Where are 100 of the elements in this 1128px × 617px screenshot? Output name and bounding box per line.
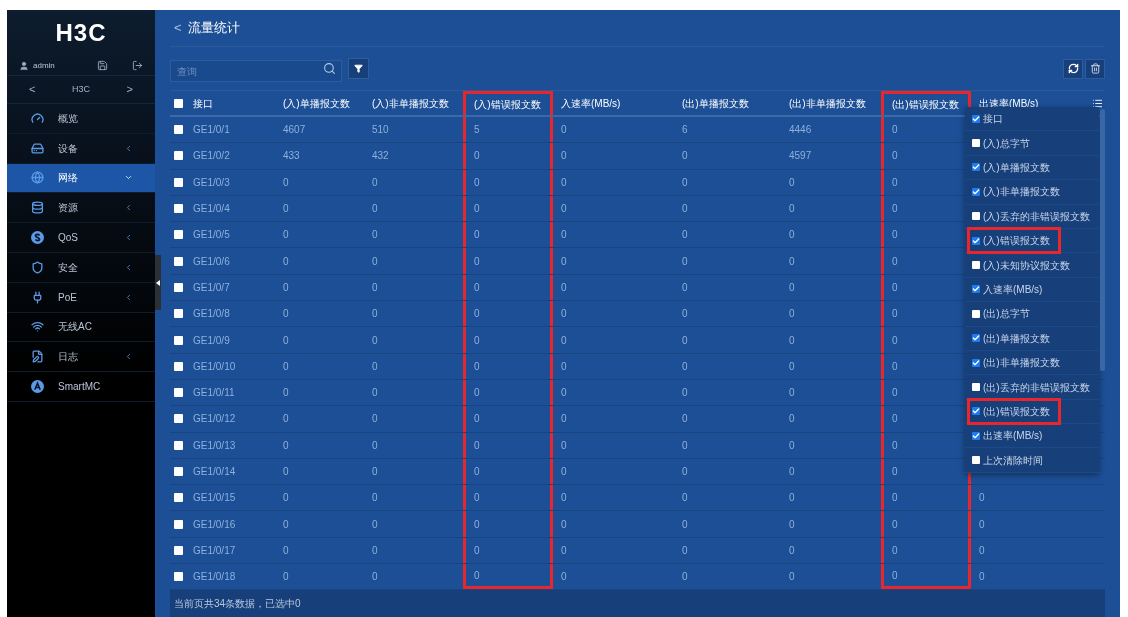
table-cell-text: 0 (372, 307, 378, 322)
row-checkbox[interactable] (174, 151, 183, 161)
table-cell-text: 0 (979, 543, 985, 558)
table-cell-text: 0 (561, 543, 567, 558)
table-cell-text: 0 (892, 175, 898, 190)
row-checkbox[interactable] (174, 309, 183, 319)
table-cell-text: 0 (789, 491, 795, 506)
previous-button[interactable]: < (29, 81, 36, 98)
table-cell-text: 4607 (283, 123, 306, 138)
table-cell-text: 0 (789, 280, 795, 295)
sidebar-item[interactable]: SmartMC (7, 372, 155, 402)
menu-checkbox[interactable] (972, 309, 980, 318)
table-cell-text: 0 (682, 491, 688, 506)
column-menu-item[interactable]: (出)总字节 (965, 302, 1099, 327)
refresh-button[interactable] (1063, 58, 1083, 79)
menu-checkbox[interactable] (972, 187, 980, 196)
row-checkbox[interactable] (174, 493, 183, 503)
table-cell-text: 0 (372, 175, 378, 190)
row-checkbox[interactable] (174, 572, 183, 582)
menu-checkbox[interactable] (972, 431, 980, 440)
table-cell-text: 0 (474, 438, 480, 453)
table-cell-text: 510 (372, 123, 389, 138)
table-cell-text: 5 (474, 123, 480, 138)
filter-button[interactable] (348, 58, 369, 79)
table-cell-text: GE1/0/6 (193, 254, 230, 269)
table-cell-text: 0 (892, 359, 898, 374)
table-cell-text: GE1/0/8 (193, 307, 230, 322)
table-cell-text: 0 (682, 438, 688, 453)
table-cell-text: 0 (789, 386, 795, 401)
table-cell-text: 0 (561, 359, 567, 374)
column-menu-item[interactable]: (入)单播报文数 (965, 155, 1099, 181)
menu-checkbox[interactable] (972, 139, 980, 148)
column-menu-item[interactable]: (出)丢弃的非错误报文数 (965, 375, 1099, 400)
sidebar-item[interactable]: 网络 (7, 163, 155, 194)
row-checkbox[interactable] (174, 361, 183, 371)
table-cell-text: 0 (372, 333, 378, 348)
table-cell-text: 0 (474, 333, 480, 348)
select-all-checkbox[interactable] (174, 98, 183, 108)
column-menu-item[interactable]: 入速率(MB/s) (965, 277, 1099, 303)
back-button[interactable]: < (174, 18, 182, 38)
table-cell-text: 0 (789, 412, 795, 427)
column-menu-item[interactable]: (入)非单播报文数 (965, 180, 1099, 205)
column-menu-item[interactable]: (入)未知协议报文数 (965, 253, 1099, 278)
table-cell-text: 0 (283, 386, 289, 401)
menu-checkbox[interactable] (972, 407, 980, 416)
menu-checkbox[interactable] (972, 212, 980, 221)
column-menu-item[interactable]: (出)非单播报文数 (965, 350, 1099, 376)
row-checkbox[interactable] (174, 282, 183, 292)
table-cell-text: 0 (789, 465, 795, 479)
column-menu-item[interactable]: 上次清除时间 (965, 448, 1099, 473)
menu-checkbox[interactable] (972, 334, 980, 343)
row-checkbox[interactable] (174, 335, 183, 345)
menu-checkbox[interactable] (972, 236, 980, 245)
next-button[interactable]: > (126, 81, 133, 98)
row-checkbox[interactable] (174, 388, 183, 398)
menu-checkbox[interactable] (972, 114, 980, 123)
row-checkbox[interactable] (174, 204, 183, 214)
column-menu-item[interactable]: (入)丢弃的非错误报文数 (965, 204, 1099, 229)
table-cell-text: 0 (789, 438, 795, 453)
row-checkbox[interactable] (174, 467, 183, 476)
menu-checkbox[interactable] (972, 358, 980, 367)
table-cell-text: 0 (892, 202, 898, 217)
column-menu-item[interactable]: 接口 (965, 107, 1099, 132)
table-cell-text: 0 (283, 517, 289, 532)
menu-checkbox[interactable] (972, 163, 980, 172)
table-cell-text: 0 (474, 254, 480, 269)
row-checkbox[interactable] (174, 440, 183, 450)
logout-icon[interactable] (132, 60, 143, 71)
menu-checkbox[interactable] (972, 456, 980, 465)
row-checkbox[interactable] (174, 545, 183, 555)
menu-checkbox[interactable] (972, 383, 980, 391)
table-cell-text: 0 (372, 386, 378, 401)
column-menu-item[interactable]: (出)单播报文数 (965, 326, 1099, 351)
table-cell-text: 0 (283, 570, 289, 585)
column-menu-item[interactable]: 出速率(MB/s) (965, 424, 1099, 449)
column-list-icon[interactable] (1092, 97, 1103, 109)
row-checkbox[interactable] (174, 125, 183, 135)
column-header: 接口 (192, 96, 214, 111)
search-field[interactable]: 查询 (170, 60, 342, 82)
delete-button[interactable] (1085, 58, 1105, 79)
save-icon[interactable] (97, 60, 108, 71)
sidebar-item[interactable]: QoS (7, 223, 155, 253)
table-cell-text: GE1/0/13 (193, 438, 236, 453)
menu-checkbox[interactable] (972, 285, 980, 294)
menu-checkbox[interactable] (972, 261, 980, 270)
collapse-tab[interactable] (155, 255, 161, 310)
row-checkbox[interactable] (174, 414, 183, 424)
row-checkbox[interactable] (174, 256, 183, 266)
row-checkbox[interactable] (174, 519, 183, 529)
table-cell-text: 0 (561, 307, 567, 322)
table-cell-text: 0 (283, 438, 289, 453)
table-cell-text: 0 (892, 412, 898, 427)
row-checkbox[interactable] (174, 230, 183, 240)
table-cell-text: 0 (474, 412, 480, 427)
row-checkbox[interactable] (174, 177, 183, 187)
table-cell-text: 0 (789, 254, 795, 269)
table-cell-text: 6 (682, 123, 688, 138)
table-cell-text: 0 (789, 570, 795, 585)
column-menu-item[interactable]: (入)总字节 (965, 131, 1099, 156)
table-cell-text: 0 (561, 386, 567, 401)
